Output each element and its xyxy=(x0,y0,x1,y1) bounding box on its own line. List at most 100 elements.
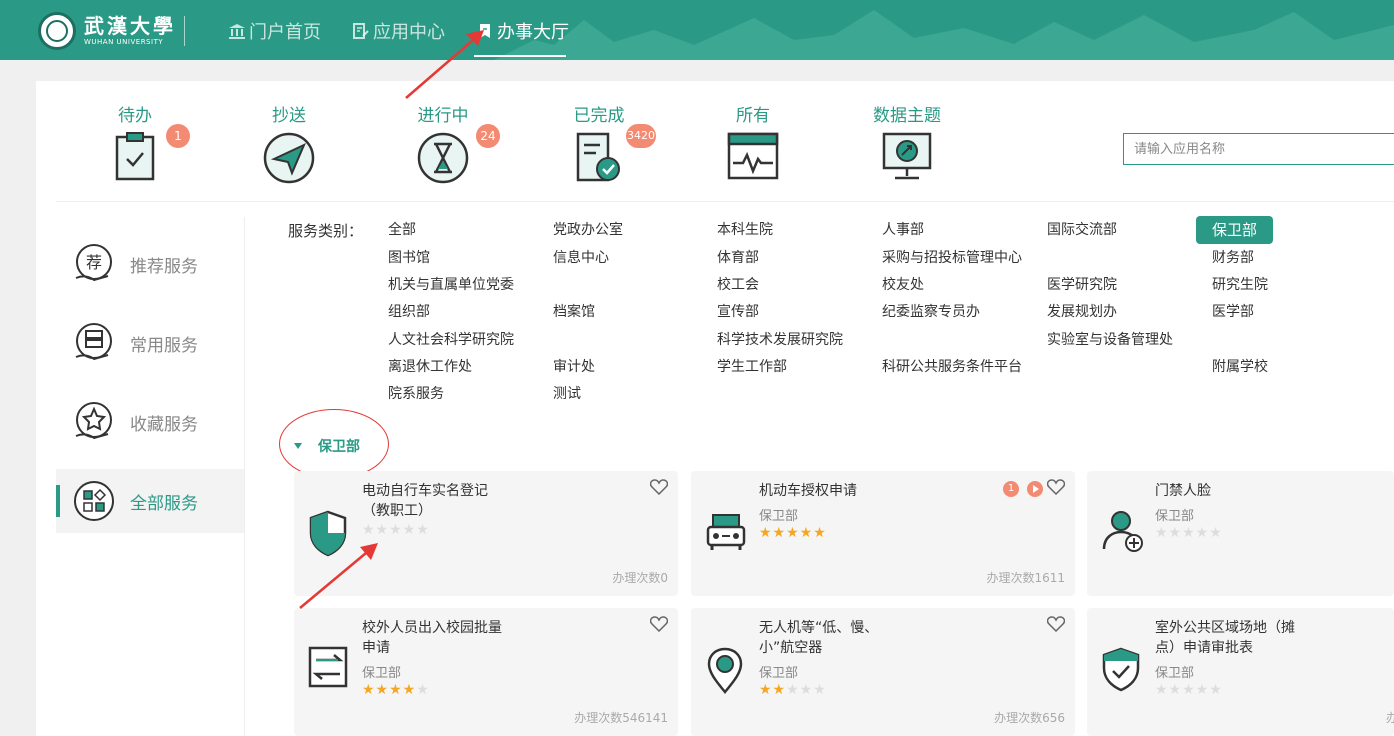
category-item[interactable]: 院系服务 xyxy=(388,384,444,404)
nav-label: 门户首页 xyxy=(249,22,321,43)
clipboard-check-icon xyxy=(115,132,155,181)
service-card[interactable]: 无人机等“低、慢、 小”航空器 保卫部 ★★★★★ 办理次数656 xyxy=(691,608,1075,736)
category-item[interactable]: 机关与直属单位党委 xyxy=(388,275,514,295)
rating-stars: ★★★★★ xyxy=(759,525,827,541)
rating-stars: ★★★★★ xyxy=(1155,525,1223,541)
tab-all[interactable]: 所有 xyxy=(698,101,808,185)
service-card[interactable]: 电动自行车实名登记 （教职工） ★★★★★ 办理次数0 xyxy=(294,471,678,596)
category-item[interactable]: 组织部 xyxy=(388,302,430,322)
user-add-icon xyxy=(1102,511,1143,552)
star-hand-icon xyxy=(75,402,112,440)
car-icon xyxy=(706,514,746,550)
in-progress-count-badge: 24 xyxy=(476,124,500,148)
completed-count-badge: 3420 xyxy=(626,124,656,148)
service-dept: 保卫部 xyxy=(362,666,402,681)
category-item[interactable]: 人文社会科学研究院 xyxy=(388,330,514,350)
category-item[interactable]: 测试 xyxy=(553,384,581,404)
category-item-selected[interactable]: 保卫部 xyxy=(1196,216,1274,244)
category-item[interactable]: 校友处 xyxy=(882,275,924,295)
logo-name-en: WUHAN UNIVERSITY xyxy=(84,38,164,46)
tab-label: 已完成 xyxy=(573,106,625,126)
service-dept: 保卫部 xyxy=(1155,666,1195,681)
service-card[interactable]: 机动车授权申请 保卫部 ★★★★★ 1 办理次数1611 xyxy=(691,471,1075,596)
category-item[interactable]: 财务部 xyxy=(1212,248,1254,268)
category-item[interactable]: 审计处 xyxy=(553,357,595,377)
monitor-chart-icon xyxy=(882,132,932,180)
nav-service-hall[interactable]: 办事大厅 xyxy=(476,18,569,44)
service-card[interactable]: 校外人员出入校园批量 申请 保卫部 ★★★★★ 办理次数546141 xyxy=(294,608,678,736)
tab-cc[interactable]: 抄送 xyxy=(234,101,344,189)
sidebar-item-common[interactable]: 常用服务 xyxy=(56,311,244,375)
service-dept: 保卫部 xyxy=(1155,509,1195,524)
sidebar-item-all[interactable]: 全部服务 xyxy=(56,469,244,533)
exchange-icon xyxy=(308,646,348,688)
usage-count: 办理次数546141 xyxy=(574,711,668,725)
service-card[interactable]: 室外公共区域场地（摊 点）申请审批表 保卫部 ★★★★★ 办 xyxy=(1087,608,1394,736)
category-item[interactable]: 附属学校 xyxy=(1212,357,1268,377)
category-item[interactable]: 采购与招投标管理中心 xyxy=(882,248,1022,268)
category-item[interactable]: 离退休工作处 xyxy=(388,357,472,377)
todo-count-badge: 1 xyxy=(166,124,190,148)
bookmark-icon xyxy=(480,24,490,38)
usage-count: 办理次数0 xyxy=(612,571,668,585)
category-label: 服务类别： xyxy=(288,222,364,240)
usage-count: 办理次数1611 xyxy=(986,571,1065,585)
nav-label: 应用中心 xyxy=(373,22,445,43)
category-item[interactable]: 党政办公室 xyxy=(553,220,623,240)
sidebar-item-label: 常用服务 xyxy=(130,335,198,356)
category-item[interactable]: 医学研究院 xyxy=(1047,275,1117,295)
category-item[interactable]: 国际交流部 xyxy=(1047,220,1117,240)
category-item[interactable]: 校工会 xyxy=(717,275,759,295)
service-dept: 保卫部 xyxy=(759,509,799,524)
category-item[interactable]: 纪委监察专员办 xyxy=(882,302,980,322)
favorite-heart-icon[interactable] xyxy=(1047,479,1065,495)
rating-stars: ★★★★★ xyxy=(759,682,827,698)
nav-portal-home[interactable]: 门户首页 xyxy=(228,18,321,44)
category-item[interactable]: 发展规划办 xyxy=(1047,302,1117,322)
svg-text:荐: 荐 xyxy=(86,253,102,272)
category-item[interactable]: 宣传部 xyxy=(717,302,759,322)
category-item[interactable]: 档案馆 xyxy=(553,302,595,322)
main-panel: 待办 1 抄送 进行中 24 已完成 3420 所有 数据主题 荐 推荐服务 常… xyxy=(36,81,1394,736)
grid-apps-icon xyxy=(74,481,114,521)
rating-stars: ★★★★★ xyxy=(362,522,430,538)
bank-icon xyxy=(229,24,245,39)
university-logo[interactable]: 武漢大學 WUHAN UNIVERSITY xyxy=(38,12,176,50)
service-title: 室外公共区域场地（摊 点）申请审批表 xyxy=(1155,620,1295,656)
category-item[interactable]: 实验室与设备管理处 xyxy=(1047,330,1173,350)
category-item[interactable]: 研究生院 xyxy=(1212,275,1268,295)
top-navigation-bar: 武漢大學 WUHAN UNIVERSITY 门户首页 应用中心 办事大厅 xyxy=(0,0,1394,60)
favorite-heart-icon[interactable] xyxy=(650,479,668,495)
rating-stars: ★★★★★ xyxy=(1155,682,1223,698)
document-edit-icon xyxy=(353,23,369,39)
tab-label: 所有 xyxy=(736,106,770,126)
play-icon[interactable] xyxy=(1027,481,1043,497)
divider xyxy=(56,201,1394,202)
category-item[interactable]: 学生工作部 xyxy=(717,357,787,377)
category-item[interactable]: 本科生院 xyxy=(717,220,773,240)
category-item[interactable]: 科学技术发展研究院 xyxy=(717,330,843,350)
favorite-heart-icon[interactable] xyxy=(650,616,668,632)
category-item[interactable]: 人事部 xyxy=(882,220,924,240)
sidebar-item-label: 全部服务 xyxy=(130,493,198,514)
sidebar-item-recommended[interactable]: 荐 推荐服务 xyxy=(56,232,244,296)
category-item[interactable]: 信息中心 xyxy=(553,248,609,268)
tab-data-topic[interactable]: 数据主题 xyxy=(852,101,962,185)
usage-count: 办 xyxy=(1385,711,1394,725)
sidebar-item-favorites[interactable]: 收藏服务 xyxy=(56,390,244,454)
favorite-heart-icon[interactable] xyxy=(1047,616,1065,632)
category-item[interactable]: 图书馆 xyxy=(388,248,430,268)
category-item[interactable]: 科研公共服务条件平台 xyxy=(882,357,1022,377)
service-card[interactable]: 门禁人脸 保卫部 ★★★★★ xyxy=(1087,471,1394,596)
server-hand-icon xyxy=(75,323,112,361)
active-nav-indicator xyxy=(474,55,566,57)
category-item[interactable]: 体育部 xyxy=(717,248,759,268)
notification-badge: 1 xyxy=(1003,481,1019,497)
usage-count: 办理次数656 xyxy=(994,711,1065,725)
category-item[interactable]: 全部 xyxy=(388,220,416,240)
category-item[interactable]: 医学部 xyxy=(1212,302,1254,322)
service-title: 门禁人脸 xyxy=(1155,483,1211,499)
tab-label: 数据主题 xyxy=(873,106,941,126)
nav-app-center[interactable]: 应用中心 xyxy=(352,18,445,44)
search-input[interactable] xyxy=(1123,133,1394,165)
